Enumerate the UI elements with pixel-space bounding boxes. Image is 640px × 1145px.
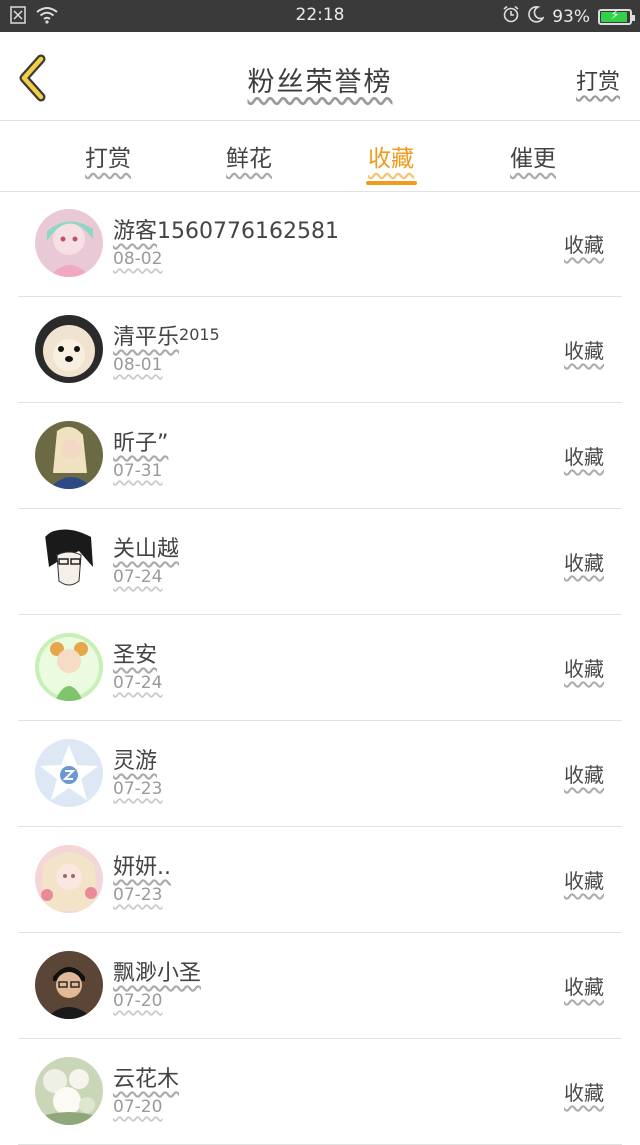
tab-reward[interactable]: 打赏 — [63, 139, 153, 173]
fan-date: 07-20 — [113, 991, 163, 1011]
avatar — [35, 209, 103, 277]
tab-flowers[interactable]: 鲜花 — [204, 139, 294, 173]
tab-urge-update[interactable]: 催更 — [488, 139, 578, 173]
favorite-label[interactable]: 收藏 — [564, 229, 604, 258]
fan-date: 07-23 — [113, 885, 163, 905]
list-item[interactable]: 飘渺小圣 07-20 收藏 — [18, 933, 622, 1039]
fan-name: 关山越 — [113, 537, 180, 562]
favorite-label[interactable]: 收藏 — [564, 547, 604, 576]
list-item[interactable]: 灵游 07-23 收藏 — [18, 721, 622, 827]
active-tab-indicator — [366, 181, 417, 185]
fan-name: 昕子” — [113, 431, 169, 456]
avatar — [35, 1057, 103, 1125]
favorite-label[interactable]: 收藏 — [564, 335, 604, 364]
fan-name: 游客1560776162581 — [113, 219, 339, 244]
avatar — [35, 845, 103, 913]
fan-date: 07-24 — [113, 673, 163, 693]
fan-date: 07-20 — [113, 1097, 163, 1117]
alarm-icon — [502, 5, 520, 28]
reward-button[interactable]: 打赏 — [576, 64, 620, 96]
battery-charging-icon: ⚡ — [598, 8, 635, 25]
top-nav-bar: 粉丝荣誉榜 打赏 — [0, 32, 640, 121]
list-item[interactable]: 云花木 07-20 收藏 — [18, 1039, 622, 1145]
tab-favorites[interactable]: 收藏 — [346, 139, 436, 173]
list-item[interactable]: 关山越 07-24 收藏 — [18, 509, 622, 615]
fan-name: 妍妍.. — [113, 855, 171, 880]
avatar — [35, 951, 103, 1019]
favorite-label[interactable]: 收藏 — [564, 441, 604, 470]
fan-date: 07-23 — [113, 779, 163, 799]
status-right-icons: 93% ⚡ — [502, 5, 635, 28]
fan-name: 飘渺小圣 — [113, 961, 202, 986]
list-item[interactable]: 圣安 07-24 收藏 — [18, 615, 622, 721]
fan-date: 07-31 — [113, 461, 163, 481]
avatar — [35, 527, 103, 595]
fan-name: 灵游 — [113, 749, 158, 774]
favorite-label[interactable]: 收藏 — [564, 971, 604, 1000]
list-item[interactable]: 游客1560776162581 08-02 收藏 — [18, 191, 622, 297]
list-item[interactable]: 清平乐2015 08-01 收藏 — [18, 297, 622, 403]
battery-percent: 93% — [552, 6, 590, 27]
page-title: 粉丝荣誉榜 — [247, 67, 393, 98]
list-item[interactable]: 妍妍.. 07-23 收藏 — [18, 827, 622, 933]
favorite-label[interactable]: 收藏 — [564, 653, 604, 682]
fan-date: 08-02 — [113, 249, 163, 269]
favorite-label[interactable]: 收藏 — [564, 865, 604, 894]
fan-date: 07-24 — [113, 567, 163, 587]
fan-name: 云花木 — [113, 1067, 180, 1092]
favorite-label[interactable]: 收藏 — [564, 1077, 604, 1106]
status-bar: 22:18 93% ⚡ — [0, 0, 640, 32]
fan-name: 清平乐2015 — [113, 325, 220, 350]
fan-list: 游客1560776162581 08-02 收藏 清平乐2015 08-01 收… — [0, 191, 640, 1145]
avatar — [35, 421, 103, 489]
favorite-label[interactable]: 收藏 — [564, 759, 604, 788]
avatar — [35, 633, 103, 701]
fan-name: 圣安 — [113, 643, 158, 668]
moon-icon — [528, 5, 546, 28]
tab-bar: 打赏 鲜花 收藏 催更 — [0, 121, 640, 192]
list-item[interactable]: 昕子” 07-31 收藏 — [18, 403, 622, 509]
fan-date: 08-01 — [113, 355, 163, 375]
avatar — [35, 739, 103, 807]
avatar — [35, 315, 103, 383]
